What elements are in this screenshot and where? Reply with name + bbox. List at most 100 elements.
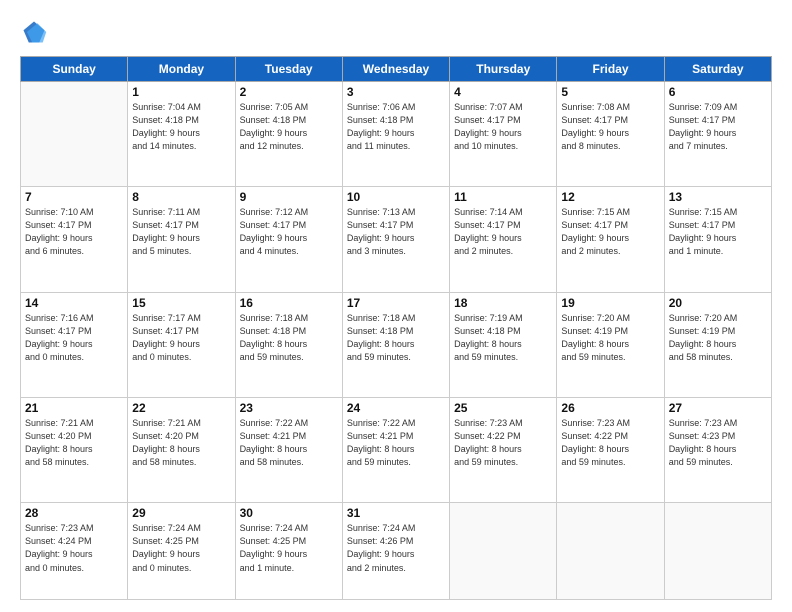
cell-info: Sunrise: 7:18 AM Sunset: 4:18 PM Dayligh… — [240, 312, 338, 364]
calendar-cell: 30 Sunrise: 7:24 AM Sunset: 4:25 PM Dayli… — [235, 503, 342, 600]
day-number: 14 — [25, 296, 123, 310]
cell-info: Sunrise: 7:07 AM Sunset: 4:17 PM Dayligh… — [454, 101, 552, 153]
cell-info: Sunrise: 7:18 AM Sunset: 4:18 PM Dayligh… — [347, 312, 445, 364]
day-number: 27 — [669, 401, 767, 415]
calendar-cell: 3 Sunrise: 7:06 AM Sunset: 4:18 PM Daylig… — [342, 82, 449, 187]
cell-info: Sunrise: 7:24 AM Sunset: 4:26 PM Dayligh… — [347, 522, 445, 574]
day-number: 22 — [132, 401, 230, 415]
cell-info: Sunrise: 7:10 AM Sunset: 4:17 PM Dayligh… — [25, 206, 123, 258]
day-header-saturday: Saturday — [664, 57, 771, 82]
cell-info: Sunrise: 7:24 AM Sunset: 4:25 PM Dayligh… — [240, 522, 338, 574]
calendar-cell: 16 Sunrise: 7:18 AM Sunset: 4:18 PM Dayli… — [235, 292, 342, 397]
day-number: 3 — [347, 85, 445, 99]
day-number: 6 — [669, 85, 767, 99]
calendar-week-row: 14 Sunrise: 7:16 AM Sunset: 4:17 PM Dayli… — [21, 292, 772, 397]
day-number: 15 — [132, 296, 230, 310]
cell-info: Sunrise: 7:21 AM Sunset: 4:20 PM Dayligh… — [25, 417, 123, 469]
cell-info: Sunrise: 7:12 AM Sunset: 4:17 PM Dayligh… — [240, 206, 338, 258]
cell-info: Sunrise: 7:24 AM Sunset: 4:25 PM Dayligh… — [132, 522, 230, 574]
day-number: 17 — [347, 296, 445, 310]
cell-info: Sunrise: 7:23 AM Sunset: 4:24 PM Dayligh… — [25, 522, 123, 574]
cell-info: Sunrise: 7:15 AM Sunset: 4:17 PM Dayligh… — [669, 206, 767, 258]
logo-icon — [20, 18, 48, 46]
day-number: 10 — [347, 190, 445, 204]
calendar-cell — [450, 503, 557, 600]
calendar-cell: 6 Sunrise: 7:09 AM Sunset: 4:17 PM Daylig… — [664, 82, 771, 187]
cell-info: Sunrise: 7:23 AM Sunset: 4:22 PM Dayligh… — [454, 417, 552, 469]
cell-info: Sunrise: 7:11 AM Sunset: 4:17 PM Dayligh… — [132, 206, 230, 258]
day-number: 16 — [240, 296, 338, 310]
calendar-cell: 22 Sunrise: 7:21 AM Sunset: 4:20 PM Dayli… — [128, 398, 235, 503]
cell-info: Sunrise: 7:23 AM Sunset: 4:23 PM Dayligh… — [669, 417, 767, 469]
calendar-cell: 18 Sunrise: 7:19 AM Sunset: 4:18 PM Dayli… — [450, 292, 557, 397]
day-number: 5 — [561, 85, 659, 99]
calendar-cell: 14 Sunrise: 7:16 AM Sunset: 4:17 PM Dayli… — [21, 292, 128, 397]
day-header-thursday: Thursday — [450, 57, 557, 82]
day-number: 30 — [240, 506, 338, 520]
cell-info: Sunrise: 7:23 AM Sunset: 4:22 PM Dayligh… — [561, 417, 659, 469]
page: SundayMondayTuesdayWednesdayThursdayFrid… — [0, 0, 792, 612]
calendar-cell: 27 Sunrise: 7:23 AM Sunset: 4:23 PM Dayli… — [664, 398, 771, 503]
calendar-cell: 20 Sunrise: 7:20 AM Sunset: 4:19 PM Dayli… — [664, 292, 771, 397]
day-number: 1 — [132, 85, 230, 99]
cell-info: Sunrise: 7:22 AM Sunset: 4:21 PM Dayligh… — [240, 417, 338, 469]
cell-info: Sunrise: 7:09 AM Sunset: 4:17 PM Dayligh… — [669, 101, 767, 153]
calendar-cell: 23 Sunrise: 7:22 AM Sunset: 4:21 PM Dayli… — [235, 398, 342, 503]
day-number: 28 — [25, 506, 123, 520]
day-number: 25 — [454, 401, 552, 415]
day-header-sunday: Sunday — [21, 57, 128, 82]
day-number: 12 — [561, 190, 659, 204]
day-number: 26 — [561, 401, 659, 415]
day-number: 21 — [25, 401, 123, 415]
day-header-tuesday: Tuesday — [235, 57, 342, 82]
logo — [20, 18, 52, 46]
cell-info: Sunrise: 7:20 AM Sunset: 4:19 PM Dayligh… — [561, 312, 659, 364]
day-number: 23 — [240, 401, 338, 415]
day-number: 9 — [240, 190, 338, 204]
calendar-cell: 1Sunrise: 7:04 AM Sunset: 4:18 PM Daylig… — [128, 82, 235, 187]
cell-info: Sunrise: 7:08 AM Sunset: 4:17 PM Dayligh… — [561, 101, 659, 153]
cell-info: Sunrise: 7:13 AM Sunset: 4:17 PM Dayligh… — [347, 206, 445, 258]
day-header-wednesday: Wednesday — [342, 57, 449, 82]
cell-info: Sunrise: 7:17 AM Sunset: 4:17 PM Dayligh… — [132, 312, 230, 364]
day-header-friday: Friday — [557, 57, 664, 82]
day-number: 2 — [240, 85, 338, 99]
calendar-cell: 31 Sunrise: 7:24 AM Sunset: 4:26 PM Dayli… — [342, 503, 449, 600]
day-number: 31 — [347, 506, 445, 520]
day-number: 8 — [132, 190, 230, 204]
day-number: 19 — [561, 296, 659, 310]
calendar-week-row: 1Sunrise: 7:04 AM Sunset: 4:18 PM Daylig… — [21, 82, 772, 187]
calendar-week-row: 28 Sunrise: 7:23 AM Sunset: 4:24 PM Dayli… — [21, 503, 772, 600]
cell-info: Sunrise: 7:05 AM Sunset: 4:18 PM Dayligh… — [240, 101, 338, 153]
calendar-table: SundayMondayTuesdayWednesdayThursdayFrid… — [20, 56, 772, 600]
calendar-cell — [664, 503, 771, 600]
calendar-cell: 10 Sunrise: 7:13 AM Sunset: 4:17 PM Dayli… — [342, 187, 449, 292]
calendar-cell: 17 Sunrise: 7:18 AM Sunset: 4:18 PM Dayli… — [342, 292, 449, 397]
calendar-cell: 15 Sunrise: 7:17 AM Sunset: 4:17 PM Dayli… — [128, 292, 235, 397]
calendar-cell: 12Sunrise: 7:15 AM Sunset: 4:17 PM Dayli… — [557, 187, 664, 292]
calendar-cell: 28 Sunrise: 7:23 AM Sunset: 4:24 PM Dayli… — [21, 503, 128, 600]
cell-info: Sunrise: 7:21 AM Sunset: 4:20 PM Dayligh… — [132, 417, 230, 469]
header — [20, 18, 772, 46]
calendar-cell: 5 Sunrise: 7:08 AM Sunset: 4:17 PM Daylig… — [557, 82, 664, 187]
cell-info: Sunrise: 7:14 AM Sunset: 4:17 PM Dayligh… — [454, 206, 552, 258]
day-number: 18 — [454, 296, 552, 310]
cell-info: Sunrise: 7:19 AM Sunset: 4:18 PM Dayligh… — [454, 312, 552, 364]
day-number: 13 — [669, 190, 767, 204]
cell-info: Sunrise: 7:16 AM Sunset: 4:17 PM Dayligh… — [25, 312, 123, 364]
day-number: 11 — [454, 190, 552, 204]
calendar-cell: 11 Sunrise: 7:14 AM Sunset: 4:17 PM Dayli… — [450, 187, 557, 292]
calendar-cell — [21, 82, 128, 187]
calendar-cell: 26 Sunrise: 7:23 AM Sunset: 4:22 PM Dayli… — [557, 398, 664, 503]
day-number: 20 — [669, 296, 767, 310]
cell-info: Sunrise: 7:20 AM Sunset: 4:19 PM Dayligh… — [669, 312, 767, 364]
calendar-cell: 2 Sunrise: 7:05 AM Sunset: 4:18 PM Daylig… — [235, 82, 342, 187]
calendar-week-row: 7Sunrise: 7:10 AM Sunset: 4:17 PM Daylig… — [21, 187, 772, 292]
calendar-cell: 7Sunrise: 7:10 AM Sunset: 4:17 PM Daylig… — [21, 187, 128, 292]
calendar-week-row: 21 Sunrise: 7:21 AM Sunset: 4:20 PM Dayli… — [21, 398, 772, 503]
cell-info: Sunrise: 7:06 AM Sunset: 4:18 PM Dayligh… — [347, 101, 445, 153]
calendar-cell: 4Sunrise: 7:07 AM Sunset: 4:17 PM Daylig… — [450, 82, 557, 187]
calendar-cell — [557, 503, 664, 600]
day-number: 29 — [132, 506, 230, 520]
day-number: 24 — [347, 401, 445, 415]
